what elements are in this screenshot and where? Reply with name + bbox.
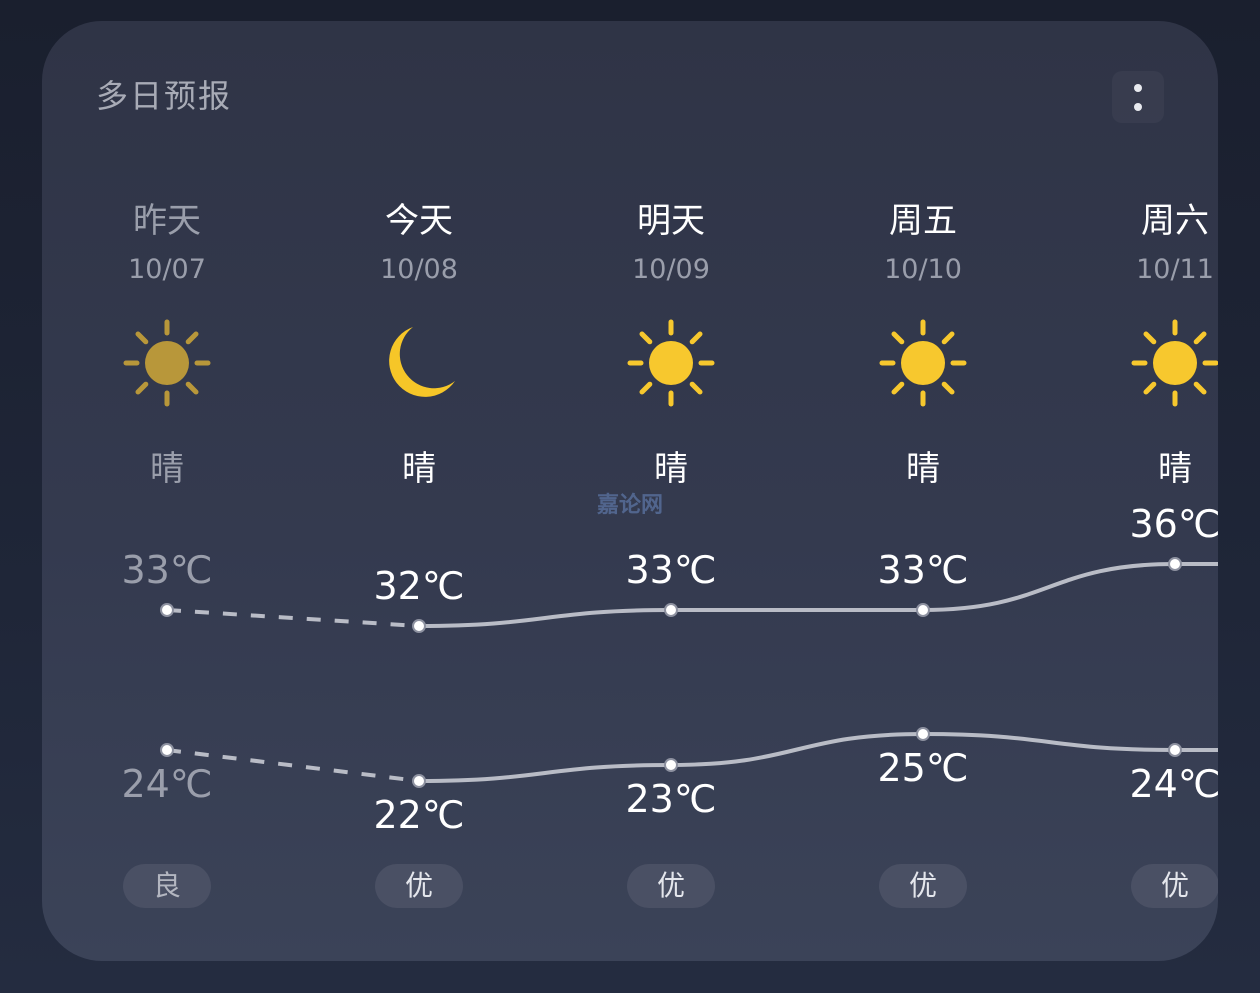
high-temp-label: 33℃ [877, 548, 969, 592]
date-label: 10/11 [1136, 254, 1214, 285]
low-temp-label: 24℃ [121, 762, 213, 806]
day-label: 周五 [889, 201, 957, 241]
condition-label: 晴 [654, 449, 688, 489]
condition-label: 晴 [1158, 449, 1192, 489]
date-label: 10/08 [380, 254, 458, 285]
high-temp-label: 32℃ [373, 564, 465, 608]
condition-label: 晴 [906, 449, 940, 489]
forecast-day-3[interactable]: 周五 10/10 晴 33℃ 25℃ 优 [843, 21, 1003, 961]
moon-icon [375, 319, 463, 407]
air-quality-badge[interactable]: 优 [879, 864, 967, 908]
sun-icon [123, 319, 211, 407]
air-quality-badge[interactable]: 优 [375, 864, 463, 908]
low-temp-label: 22℃ [373, 793, 465, 837]
air-quality-badge[interactable]: 优 [627, 864, 715, 908]
air-quality-badge[interactable]: 良 [123, 864, 211, 908]
forecast-day-4[interactable]: 周六 10/11 晴 36℃ 24℃ 优 [1095, 21, 1218, 961]
condition-label: 晴 [150, 449, 184, 489]
forecast-card: 多日预报 嘉论网 昨天 10/07 晴 33℃ 24℃ 良今天 10/08 晴 32℃ 22℃ 优… [42, 21, 1218, 961]
high-temp-label: 33℃ [625, 548, 717, 592]
forecast-day-1[interactable]: 今天 10/08 晴 32℃ 22℃ 优 [339, 21, 499, 961]
high-temp-label: 33℃ [121, 548, 213, 592]
high-temp-label: 36℃ [1129, 502, 1218, 546]
low-temp-label: 23℃ [625, 777, 717, 821]
low-temp-label: 24℃ [1129, 762, 1218, 806]
date-label: 10/10 [884, 254, 962, 285]
low-temp-label: 25℃ [877, 746, 969, 790]
day-label: 周六 [1141, 201, 1209, 241]
air-quality-badge[interactable]: 优 [1131, 864, 1218, 908]
forecast-day-0[interactable]: 昨天 10/07 晴 33℃ 24℃ 良 [87, 21, 247, 961]
day-label: 昨天 [133, 201, 201, 241]
sun-icon [627, 319, 715, 407]
sun-icon [879, 319, 967, 407]
day-label: 今天 [385, 201, 453, 241]
date-label: 10/09 [632, 254, 710, 285]
condition-label: 晴 [402, 449, 436, 489]
sun-icon [1131, 319, 1218, 407]
day-label: 明天 [637, 201, 705, 241]
date-label: 10/07 [128, 254, 206, 285]
forecast-day-2[interactable]: 明天 10/09 晴 33℃ 23℃ 优 [591, 21, 751, 961]
